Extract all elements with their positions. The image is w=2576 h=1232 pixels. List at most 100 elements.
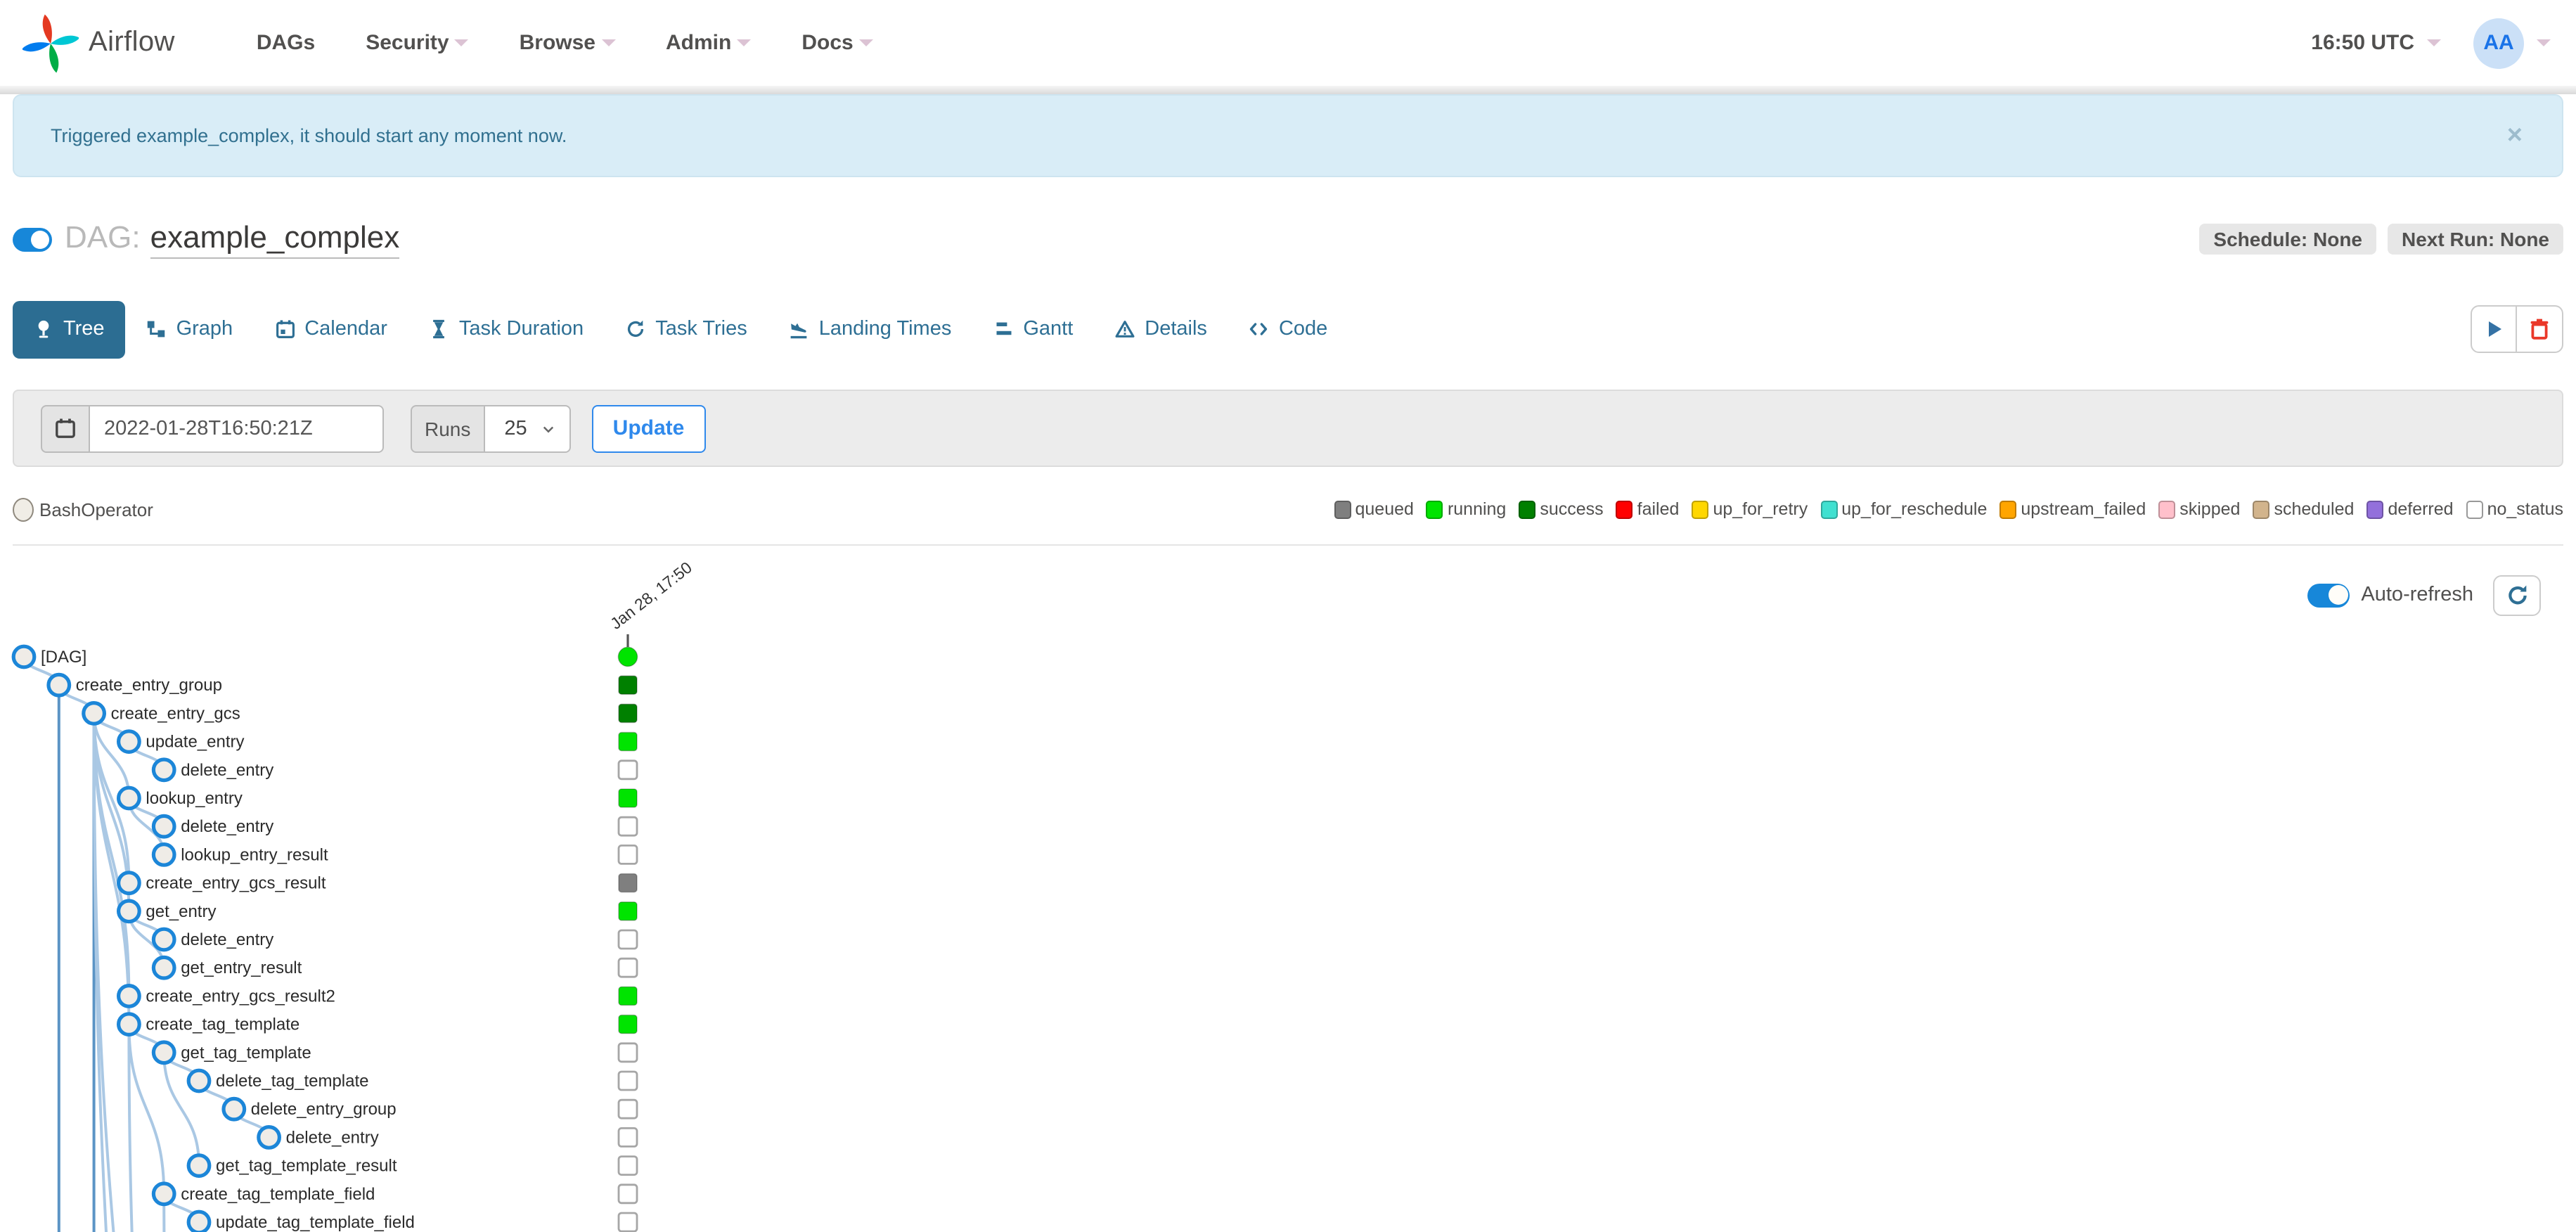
task-node-get_entry_result[interactable] — [151, 955, 176, 980]
menu-item-docs[interactable]: Docs — [801, 31, 873, 55]
tab-code[interactable]: Code — [1228, 300, 1348, 358]
task-label: create_entry_gcs_result — [146, 874, 326, 893]
task-label: delete_entry_group — [251, 1100, 397, 1119]
num-runs-select[interactable]: 25 — [484, 404, 571, 452]
task-node-create_entry_gcs_result[interactable] — [116, 871, 141, 896]
base-date-input[interactable] — [90, 404, 384, 452]
task-status-no_status[interactable] — [617, 1212, 638, 1232]
task-node-create_tag_template[interactable] — [116, 1012, 141, 1037]
task-node-delete_entry[interactable] — [151, 927, 176, 952]
legend-status-running[interactable]: running — [1426, 499, 1506, 519]
task-node-get_tag_template_result[interactable] — [186, 1153, 212, 1178]
task-status-no_status[interactable] — [617, 1183, 638, 1205]
status-swatch — [2466, 500, 2483, 518]
task-status-no_status[interactable] — [617, 816, 638, 837]
utc-clock[interactable]: 16:50 UTC — [2311, 31, 2414, 55]
task-status-success[interactable] — [618, 675, 638, 695]
tab-label: Task Duration — [458, 318, 584, 340]
task-label: delete_entry — [181, 930, 273, 949]
legend-status-no_status[interactable]: no_status — [2466, 499, 2563, 519]
menu-item-security[interactable]: Security — [366, 31, 469, 55]
dag-run-label[interactable]: Jan 28, 17:50 — [607, 563, 695, 633]
task-node-create_entry_gcs[interactable] — [82, 700, 107, 726]
status-label: upstream_failed — [2021, 499, 2146, 519]
menu-item-dags[interactable]: DAGs — [257, 31, 315, 55]
legend-status-skipped[interactable]: skipped — [2158, 499, 2240, 519]
menu-item-label: Docs — [801, 31, 854, 55]
task-node-create_entry_group[interactable] — [46, 672, 72, 698]
task-status-no_status[interactable] — [617, 1127, 638, 1148]
schedule-badge: Schedule: None — [2199, 224, 2376, 255]
tab-landing-times[interactable]: Landing Times — [768, 300, 973, 358]
task-node-lookup_entry_result[interactable] — [151, 842, 176, 867]
task-node-update_tag_template_field[interactable] — [186, 1209, 212, 1232]
tab-label: Details — [1145, 318, 1207, 340]
tab-tree[interactable]: Tree — [13, 300, 126, 358]
run-status-running[interactable] — [617, 646, 638, 667]
legend-status-failed[interactable]: failed — [1616, 499, 1679, 519]
menu-item-admin[interactable]: Admin — [666, 31, 752, 55]
task-status-running[interactable] — [618, 901, 638, 921]
task-node-delete_tag_template[interactable] — [186, 1068, 212, 1093]
task-status-no_status[interactable] — [617, 844, 638, 865]
status-label: no_status — [2487, 499, 2563, 519]
tab-task-duration[interactable]: Task Duration — [408, 300, 605, 358]
task-node-lookup_entry[interactable] — [116, 785, 141, 811]
task-status-running[interactable] — [618, 731, 638, 752]
refresh-button[interactable] — [2493, 575, 2541, 615]
task-status-running[interactable] — [618, 1014, 638, 1034]
task-status-queued[interactable] — [618, 873, 638, 893]
dag-pause-toggle[interactable] — [13, 227, 52, 251]
task-node-delete_entry[interactable] — [151, 814, 176, 839]
task-status-running[interactable] — [618, 986, 638, 1006]
legend-status-queued[interactable]: queued — [1334, 499, 1414, 519]
airflow-logo — [22, 13, 79, 72]
update-button[interactable]: Update — [591, 404, 706, 452]
legend-status-up_for_retry[interactable]: up_for_retry — [1692, 499, 1808, 519]
task-status-no_status[interactable] — [617, 1042, 638, 1063]
task-status-success[interactable] — [618, 703, 638, 724]
pin-icon — [38, 320, 49, 338]
task-status-no_status[interactable] — [617, 957, 638, 978]
task-node-delete_entry[interactable] — [151, 757, 176, 783]
close-icon[interactable]: × — [2499, 121, 2531, 150]
trigger-dag-button[interactable] — [2471, 305, 2517, 353]
task-node-delete_entry_group[interactable] — [221, 1096, 247, 1122]
chevron-down-icon — [601, 39, 615, 46]
brand[interactable]: Airflow — [22, 12, 175, 74]
task-node-get_entry[interactable] — [116, 899, 141, 924]
auto-refresh-toggle[interactable] — [2307, 583, 2350, 607]
task-status-no_status[interactable] — [617, 1070, 638, 1091]
legend-status-upstream_failed[interactable]: upstream_failed — [1999, 499, 2146, 519]
legend-status-deferred[interactable]: deferred — [2366, 499, 2454, 519]
status-swatch — [1999, 500, 2017, 518]
task-node-delete_entry[interactable] — [257, 1125, 282, 1150]
menu-item-browse[interactable]: Browse — [520, 31, 615, 55]
tab-gantt[interactable]: Gantt — [972, 300, 1094, 358]
tab-calendar[interactable]: Calendar — [254, 300, 408, 358]
tab-task-tries[interactable]: Task Tries — [605, 300, 768, 358]
task-status-running[interactable] — [618, 788, 638, 808]
legend-status-up_for_reschedule[interactable]: up_for_reschedule — [1820, 499, 1987, 519]
task-node-DAG[interactable] — [11, 644, 37, 669]
task-status-no_status[interactable] — [617, 929, 638, 950]
task-status-no_status[interactable] — [617, 1155, 638, 1176]
alert-banner: Triggered example_complex, it should sta… — [13, 94, 2563, 177]
tab-graph[interactable]: Graph — [126, 300, 255, 358]
task-node-update_entry[interactable] — [116, 729, 141, 755]
user-avatar[interactable]: AA — [2473, 18, 2524, 68]
tab-details[interactable]: Details — [1094, 300, 1228, 358]
task-label: delete_entry — [181, 817, 273, 836]
task-status-no_status[interactable] — [617, 759, 638, 781]
task-status-no_status[interactable] — [617, 1098, 638, 1119]
clock-caret-icon[interactable] — [2427, 39, 2441, 46]
legend-status-scheduled[interactable]: scheduled — [2253, 499, 2354, 519]
menu-item-label: Security — [366, 31, 449, 55]
task-node-get_tag_template[interactable] — [151, 1040, 176, 1065]
legend-divider — [13, 544, 2563, 546]
legend-status-success[interactable]: success — [1519, 499, 1604, 519]
task-node-create_entry_gcs_result2[interactable] — [116, 984, 141, 1008]
task-node-create_tag_template_field[interactable] — [151, 1181, 176, 1207]
delete-dag-button[interactable] — [2517, 305, 2563, 353]
user-caret-icon[interactable] — [2537, 39, 2551, 46]
